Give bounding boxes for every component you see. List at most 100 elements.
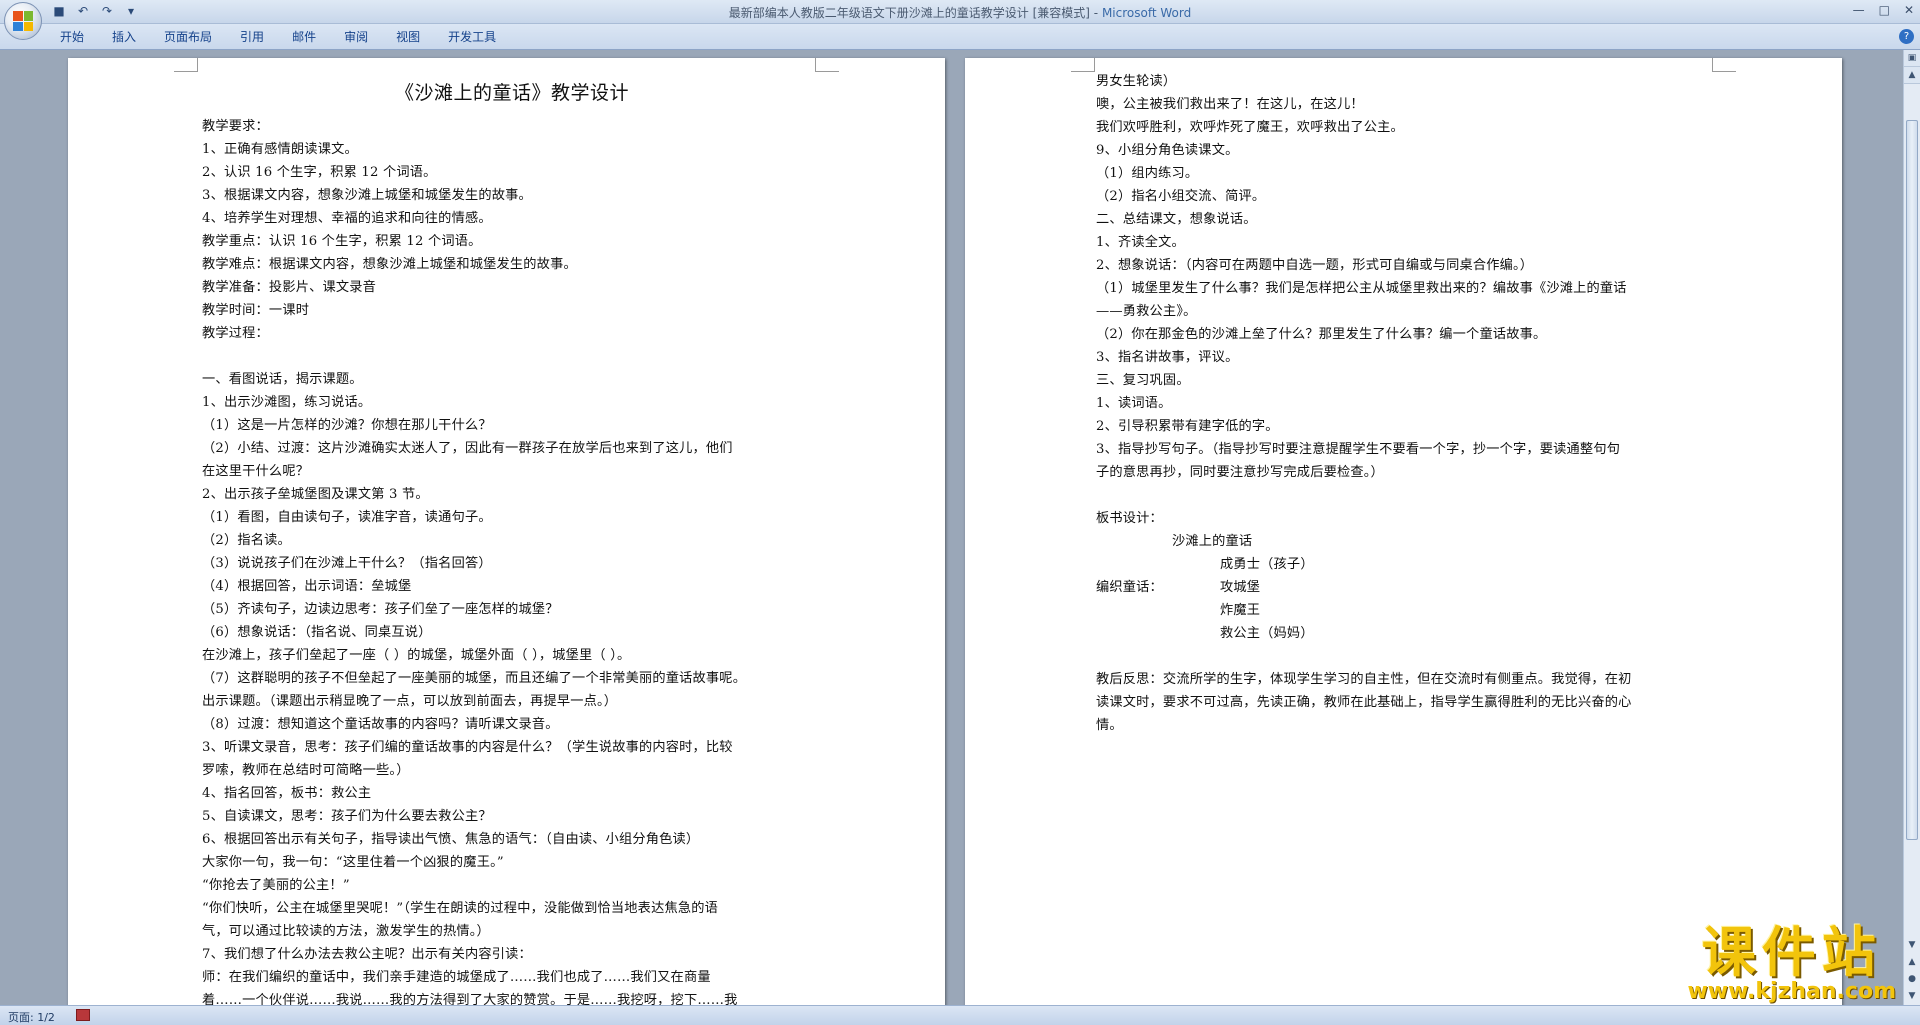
ribbon: 开始 插入 页面布局 引用 邮件 审阅 视图 开发工具 ? [0,24,1920,50]
paragraph-line: 3、指导抄写句子。（指导抄写时要注意提醒学生不要看一个字，抄一个字，要读通整句句 [1096,442,1621,457]
previous-page-icon[interactable]: ▲ [1904,954,1920,971]
watermark-brand: 课件站 [1701,921,1882,984]
paragraph-line: 4、指名回答，板书：救公主 [202,786,372,801]
window-title: 最新部编本人教版二年级语文下册沙滩上的童话教学设计 [兼容模式] - Micro… [728,6,1192,20]
paragraph-line: 二、总结课文，想象说话。 [1096,212,1257,227]
paragraph-line: （1）看图，自由读句子，读准字音，读通句子。 [202,510,492,525]
paragraph-line: 2、引导积累带有建字低的字。 [1096,419,1279,434]
page-1[interactable]: 《沙滩上的童话》教学设计 教学要求： 1、正确有感情朗读课文。 2、认识 16 个生… [68,58,945,1005]
document-heading: 《沙滩上的童话》教学设计 [394,82,629,104]
maximize-icon[interactable]: □ [1879,3,1890,17]
paragraph-line: 6、根据回答出示有关句子，指导读出气愤、焦急的语气：（自由读、小组分角色读） [202,832,700,847]
crop-mark [174,58,198,72]
board-item: 攻城堡 [1220,580,1261,595]
paragraph-line: （2）小结、过渡：这片沙滩确实太迷人了，因此有一群孩子在放学后也来到了这儿，他们 [202,441,733,456]
paragraph-line: （8）过渡：想知道这个童话故事的内容吗？请听课文录音。 [202,717,559,732]
watermark-url: www.kjzhan.com [1687,979,1896,1004]
paragraph-line: 一、看图说话，揭示课题。 [202,372,363,387]
paragraph-line: 教后反思：交流所学的生字，体现学生学习的自主性，但在交流时有侧重点。我觉得，在初 [1096,672,1632,687]
paragraph-line: 1、读词语。 [1096,396,1172,411]
page-1-body: 教学要求： 1、正确有感情朗读课文。 2、认识 16 个生字，积累 12 个词语。 3… [202,115,822,1005]
paragraph-line: 教学要求： [202,119,269,134]
tab-view[interactable]: 视图 [382,29,434,45]
paragraph-line: 气，可以通过比较读的方法，激发学生的热情。） [202,924,490,939]
close-icon[interactable]: ✕ [1904,3,1914,17]
title-bar: ■ ↶ ↷ ▾ 最新部编本人教版二年级语文下册沙滩上的童话教学设计 [兼容模式]… [0,0,1920,24]
vertical-scrollbar[interactable]: ▣ ▲ ▼ ▲ ● ▼ [1903,50,1920,1005]
board-label: 编织童话： [1096,580,1163,595]
tab-developer[interactable]: 开发工具 [434,29,510,45]
paragraph-line: （2）你在那金色的沙滩上垒了什么？那里发生了什么事？编一个童话故事。 [1096,327,1547,342]
paragraph-line: 罗嗦，教师在总结时可简略一些。） [202,763,410,778]
page-indicator[interactable]: 页面: 1/2 [8,1009,55,1025]
paragraph-line: （2）指名读。 [202,533,291,548]
crop-mark [815,58,839,72]
scroll-up-icon[interactable]: ▲ [1904,67,1920,84]
paragraph-line: 2、想象说话：（内容可在两题中自选一题，形式可自编或与同桌合作编。） [1096,258,1534,273]
paragraph-line: 1、出示沙滩图，练习说话。 [202,395,372,410]
ruler-toggle-icon[interactable]: ▣ [1904,50,1920,67]
tab-review[interactable]: 审阅 [330,29,382,45]
board-item: 炸魔王 [1220,603,1261,618]
paragraph-line: 7、我们想了什么办法去救公主呢？出示有关内容引读： [202,947,532,962]
paragraph-line: 出示课题。（课题出示稍显晚了一点，可以放到前面去，再提早一点。） [202,694,618,709]
paragraph-line: 教学准备：投影片、课文录音 [202,280,377,295]
paragraph-line: “你抢去了美丽的公主！” [202,878,350,893]
paragraph-line: 3、听课文录音，思考：孩子们编的童话故事的内容是什么？（学生说故事的内容时，比较 [202,740,733,755]
paragraph-line: （2）指名小组交流、简评。 [1096,189,1266,204]
paragraph-line: （7）这群聪明的孩子不但垒起了一座美丽的城堡，而且还编了一个非常美丽的童话故事呢… [202,671,747,686]
office-logo-icon [13,11,33,31]
paragraph-line: 在这里干什么呢？ [202,464,310,479]
scroll-down-icon[interactable]: ▼ [1904,937,1920,954]
paragraph-line: 三、复习巩固。 [1096,373,1190,388]
paragraph-line: （1）城堡里发生了什么事？我们是怎样把公主从城堡里救出来的？编故事《沙滩上的童话 [1096,281,1627,296]
macro-record-icon[interactable] [76,1009,90,1021]
tab-mailings[interactable]: 邮件 [278,29,330,45]
document-workspace: 《沙滩上的童话》教学设计 教学要求： 1、正确有感情朗读课文。 2、认识 16 个生… [0,50,1903,1005]
tab-insert[interactable]: 插入 [98,29,150,45]
board-center: 沙滩上的童话 [1172,534,1253,549]
paragraph-line: 师：在我们编织的童话中，我们亲手建造的城堡成了……我们也成了……我们又在商量 [202,970,711,985]
crop-mark [1071,58,1095,72]
paragraph-line: （1）这是一片怎样的沙滩？你想在那儿干什么？ [202,418,492,433]
paragraph-line: （6）想象说话：（指名说、同桌互说） [202,625,432,640]
paragraph-line: 1、正确有感情朗读课文。 [202,142,358,157]
help-icon[interactable]: ? [1899,29,1914,44]
board-row: 编织童话： 攻城堡 [1096,576,1716,599]
tab-references[interactable]: 引用 [226,29,278,45]
page-2[interactable]: 男女生轮读） 噢，公主被我们救出来了！在这儿，在这儿！ 我们欢呼胜利，欢呼炸死了魔王… [965,58,1842,1005]
page-2-body: 男女生轮读） 噢，公主被我们救出来了！在这儿，在这儿！ 我们欢呼胜利，欢呼炸死了魔王… [1096,70,1716,507]
paragraph-line: 大家你一句，我一句：“这里住着一个凶狠的魔王。” [202,855,504,870]
office-button[interactable] [4,2,42,40]
paragraph-line: 教学过程： [202,326,269,341]
paragraph-line: 5、自读课文，思考：孩子们为什么要去救公主？ [202,809,492,824]
board-item: 救公主（妈妈） [1220,626,1314,641]
minimize-icon[interactable]: — [1853,3,1865,17]
scroll-thumb[interactable] [1906,120,1918,840]
next-page-icon[interactable]: ▼ [1904,988,1920,1005]
paragraph-line: 2、出示孩子垒城堡图及课文第 3 节。 [202,487,429,502]
paragraph-line: 教学重点：认识 16 个生字，积累 12 个词语。 [202,234,482,249]
tab-home[interactable]: 开始 [46,29,98,45]
reflection: 教后反思：交流所学的生字，体现学生学习的自主性，但在交流时有侧重点。我觉得，在初… [1096,668,1716,737]
paragraph-line: 在沙滩上，孩子们垒起了一座（ ）的城堡，城堡外面（ ），城堡里（ ）。 [202,648,631,663]
paragraph-line: 噢，公主被我们救出来了！在这儿，在这儿！ [1096,97,1364,112]
app-name: Microsoft Word [1101,6,1192,20]
paragraph-line: （5）齐读句子，边读边思考：孩子们垒了一座怎样的城堡？ [202,602,559,617]
select-browse-object-icon[interactable]: ● [1904,971,1920,988]
paragraph-line: 4、培养学生对理想、幸福的追求和向往的情感。 [202,211,492,226]
document-title: 最新部编本人教版二年级语文下册沙滩上的童话教学设计 [兼容模式] [728,6,1090,20]
watermark-logo: 课件站 www.kjzhan.com [1687,925,1896,1003]
paragraph-line: 教学时间：一课时 [202,303,310,318]
page-2-content: 男女生轮读） 噢，公主被我们救出来了！在这儿，在这儿！ 我们欢呼胜利，欢呼炸死了魔王… [1096,70,1716,737]
paragraph-line: 读课文时，要求不可过高，先读正确，教师在此基础上，指导学生赢得胜利的无比兴奋的心 [1096,695,1632,710]
paragraph-line: 9、小组分角色读课文。 [1096,143,1239,158]
paragraph-line: 教学难点：根据课文内容，想象沙滩上城堡和城堡发生的故事。 [202,257,577,272]
ribbon-tabs: 开始 插入 页面布局 引用 邮件 审阅 视图 开发工具 [46,29,510,45]
paragraph-line: 情。 [1096,718,1123,733]
page-1-content: 《沙滩上的童话》教学设计 教学要求： 1、正确有感情朗读课文。 2、认识 16 个生… [202,72,822,1005]
paragraph-line: 3、根据课文内容，想象沙滩上城堡和城堡发生的故事。 [202,188,532,203]
tab-page-layout[interactable]: 页面布局 [150,29,226,45]
paragraph-line: ——勇救公主》。 [1096,304,1197,319]
